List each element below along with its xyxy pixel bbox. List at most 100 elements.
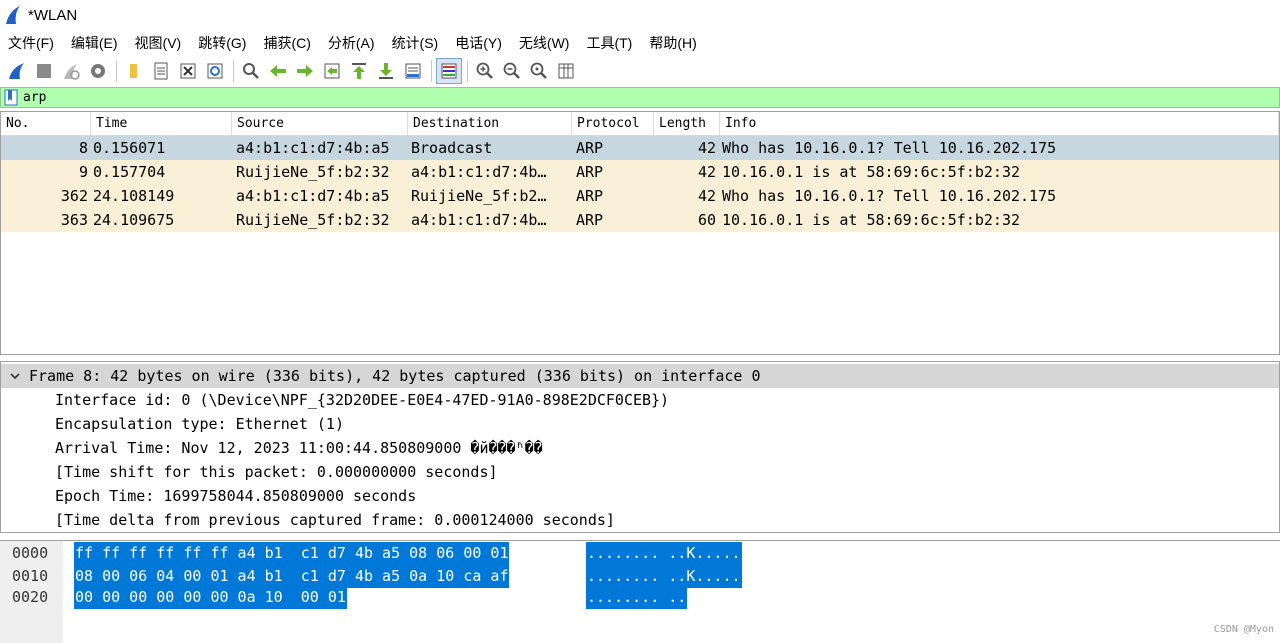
autoscroll-icon[interactable] xyxy=(400,58,426,84)
cell-length: 42 xyxy=(697,139,716,157)
cell-length: 42 xyxy=(697,163,716,181)
bytes-row: 0010 08 00 06 04 00 01 a4 b1 c1 d7 4b a5… xyxy=(0,565,1280,588)
menu-edit[interactable]: 编辑(E) xyxy=(71,33,118,53)
byte-offset: 0010 xyxy=(12,567,49,585)
go-back-icon[interactable] xyxy=(265,58,291,84)
cell-destination: a4:b1:c1:d7:4b… xyxy=(411,211,547,229)
find-packet-icon[interactable] xyxy=(238,58,264,84)
hex-bytes[interactable]: 08 00 06 04 00 01 a4 b1 c1 d7 4b a5 0a 1… xyxy=(74,565,510,588)
menu-help[interactable]: 帮助(H) xyxy=(649,33,696,53)
cell-info: Who has 10.16.0.1? Tell 10.16.202.175 xyxy=(722,139,1057,157)
tree-item-label: Frame 8: 42 bytes on wire (336 bits), 42… xyxy=(29,367,761,385)
resize-columns-icon[interactable] xyxy=(553,58,579,84)
byte-offset: 0020 xyxy=(12,588,49,606)
bookmark-icon[interactable] xyxy=(4,89,18,106)
column-header-protocol[interactable]: Protocol xyxy=(572,112,654,135)
ascii-bytes[interactable]: ........ ..K..... xyxy=(586,565,742,588)
go-forward-icon[interactable] xyxy=(292,58,318,84)
tree-item-interface-id[interactable]: Interface id: 0 (\Device\NPF_{32D20DEE-E… xyxy=(1,388,1279,412)
cell-destination: Broadcast xyxy=(411,139,493,157)
close-file-icon[interactable] xyxy=(175,58,201,84)
cell-no: 9 xyxy=(78,163,88,181)
chevron-down-icon[interactable] xyxy=(5,364,25,388)
packet-list-header: No. Time Source Destination Protocol Len… xyxy=(1,112,1279,136)
main-toolbar xyxy=(0,56,1280,86)
packet-bytes-pane: 0000 ff ff ff ff ff ff a4 b1 c1 d7 4b a5… xyxy=(0,540,1280,643)
go-first-icon[interactable] xyxy=(346,58,372,84)
title-bar: *WLAN xyxy=(0,0,1280,30)
tree-item-time-shift[interactable]: [Time shift for this packet: 0.000000000… xyxy=(1,460,1279,484)
tree-item-time-delta[interactable]: [Time delta from previous captured frame… xyxy=(1,508,1279,532)
toolbar-separator xyxy=(467,60,468,82)
save-file-icon[interactable] xyxy=(148,58,174,84)
menu-view[interactable]: 视图(V) xyxy=(135,33,182,53)
packet-row[interactable]: 363 24.109675 RuijieNe_5f:b2:32 a4:b1:c1… xyxy=(1,208,1279,232)
menu-analyze[interactable]: 分析(A) xyxy=(328,33,375,53)
capture-options-icon[interactable] xyxy=(85,58,111,84)
tree-item-frame[interactable]: Frame 8: 42 bytes on wire (336 bits), 42… xyxy=(1,364,1279,388)
cell-protocol: ARP xyxy=(576,139,604,157)
column-header-source[interactable]: Source xyxy=(232,112,408,135)
column-header-destination[interactable]: Destination xyxy=(408,112,572,135)
zoom-in-icon[interactable] xyxy=(472,58,498,84)
tree-item-arrival-time[interactable]: Arrival Time: Nov 12, 2023 11:00:44.8508… xyxy=(1,436,1279,460)
packet-row[interactable]: 8 0.156071 a4:b1:c1:d7:4b:a5 Broadcast A… xyxy=(1,136,1279,160)
tree-item-epoch-time[interactable]: Epoch Time: 1699758044.850809000 seconds xyxy=(1,484,1279,508)
cell-time: 0.156071 xyxy=(93,139,166,157)
colorize-icon[interactable] xyxy=(436,58,462,84)
shark-fin-start-icon[interactable] xyxy=(4,58,30,84)
column-header-no[interactable]: No. xyxy=(1,112,91,135)
display-filter-bar xyxy=(0,87,1280,108)
packet-list: No. Time Source Destination Protocol Len… xyxy=(0,111,1280,355)
stop-icon[interactable] xyxy=(31,58,57,84)
cell-time: 24.109675 xyxy=(93,211,175,229)
toolbar-separator xyxy=(431,60,432,82)
cell-protocol: ARP xyxy=(576,163,604,181)
bytes-row: 0000 ff ff ff ff ff ff a4 b1 c1 d7 4b a5… xyxy=(0,542,1280,565)
go-to-packet-icon[interactable] xyxy=(319,58,345,84)
menu-capture[interactable]: 捕获(C) xyxy=(263,33,310,53)
zoom-out-icon[interactable] xyxy=(499,58,525,84)
cell-info: 10.16.0.1 is at 58:69:6c:5f:b2:32 xyxy=(722,163,1021,181)
column-header-length[interactable]: Length xyxy=(654,112,720,135)
cell-length: 60 xyxy=(697,211,716,229)
menu-file[interactable]: 文件(F) xyxy=(8,33,54,53)
bytes-row: 0020 00 00 00 00 00 00 0a 10 00 01 .....… xyxy=(0,586,1280,609)
cell-time: 0.157704 xyxy=(93,163,166,181)
ascii-bytes[interactable]: ........ .. xyxy=(586,586,688,609)
go-last-icon[interactable] xyxy=(373,58,399,84)
hex-bytes[interactable]: ff ff ff ff ff ff a4 b1 c1 d7 4b a5 08 0… xyxy=(74,542,510,565)
cell-source: a4:b1:c1:d7:4b:a5 xyxy=(236,139,390,157)
menu-wireless[interactable]: 无线(W) xyxy=(519,33,570,53)
cell-protocol: ARP xyxy=(576,187,604,205)
menu-telephony[interactable]: 电话(Y) xyxy=(455,33,502,53)
menu-go[interactable]: 跳转(G) xyxy=(198,33,246,53)
packet-row[interactable]: 362 24.108149 a4:b1:c1:d7:4b:a5 RuijieNe… xyxy=(1,184,1279,208)
watermark: CSDN @Myon⁠ xyxy=(1213,624,1274,635)
reload-icon[interactable] xyxy=(202,58,228,84)
window-title: *WLAN xyxy=(28,6,78,24)
byte-offset: 0000 xyxy=(12,544,49,562)
display-filter-input[interactable] xyxy=(23,88,1223,107)
cell-source: RuijieNe_5f:b2:32 xyxy=(236,211,390,229)
tree-item-encapsulation[interactable]: Encapsulation type: Ethernet (1) xyxy=(1,412,1279,436)
cell-no: 363 xyxy=(60,211,88,229)
wireshark-logo-icon xyxy=(6,6,20,24)
hex-bytes[interactable]: 00 00 00 00 00 00 0a 10 00 01 xyxy=(74,586,347,609)
cell-destination: RuijieNe_5f:b2… xyxy=(411,187,547,205)
cell-destination: a4:b1:c1:d7:4b… xyxy=(411,163,547,181)
zoom-normal-icon[interactable] xyxy=(526,58,552,84)
menu-statistics[interactable]: 统计(S) xyxy=(392,33,439,53)
menu-tools[interactable]: 工具(T) xyxy=(586,33,632,53)
open-file-icon[interactable] xyxy=(121,58,147,84)
cell-time: 24.108149 xyxy=(93,187,175,205)
cell-source: a4:b1:c1:d7:4b:a5 xyxy=(236,187,390,205)
column-header-time[interactable]: Time xyxy=(91,112,232,135)
cell-no: 362 xyxy=(60,187,88,205)
packet-row[interactable]: 9 0.157704 RuijieNe_5f:b2:32 a4:b1:c1:d7… xyxy=(1,160,1279,184)
restart-icon[interactable] xyxy=(58,58,84,84)
column-header-info[interactable]: Info xyxy=(720,112,1279,135)
ascii-bytes[interactable]: ........ ..K..... xyxy=(586,542,742,565)
cell-length: 42 xyxy=(697,187,716,205)
toolbar-separator xyxy=(233,60,234,82)
